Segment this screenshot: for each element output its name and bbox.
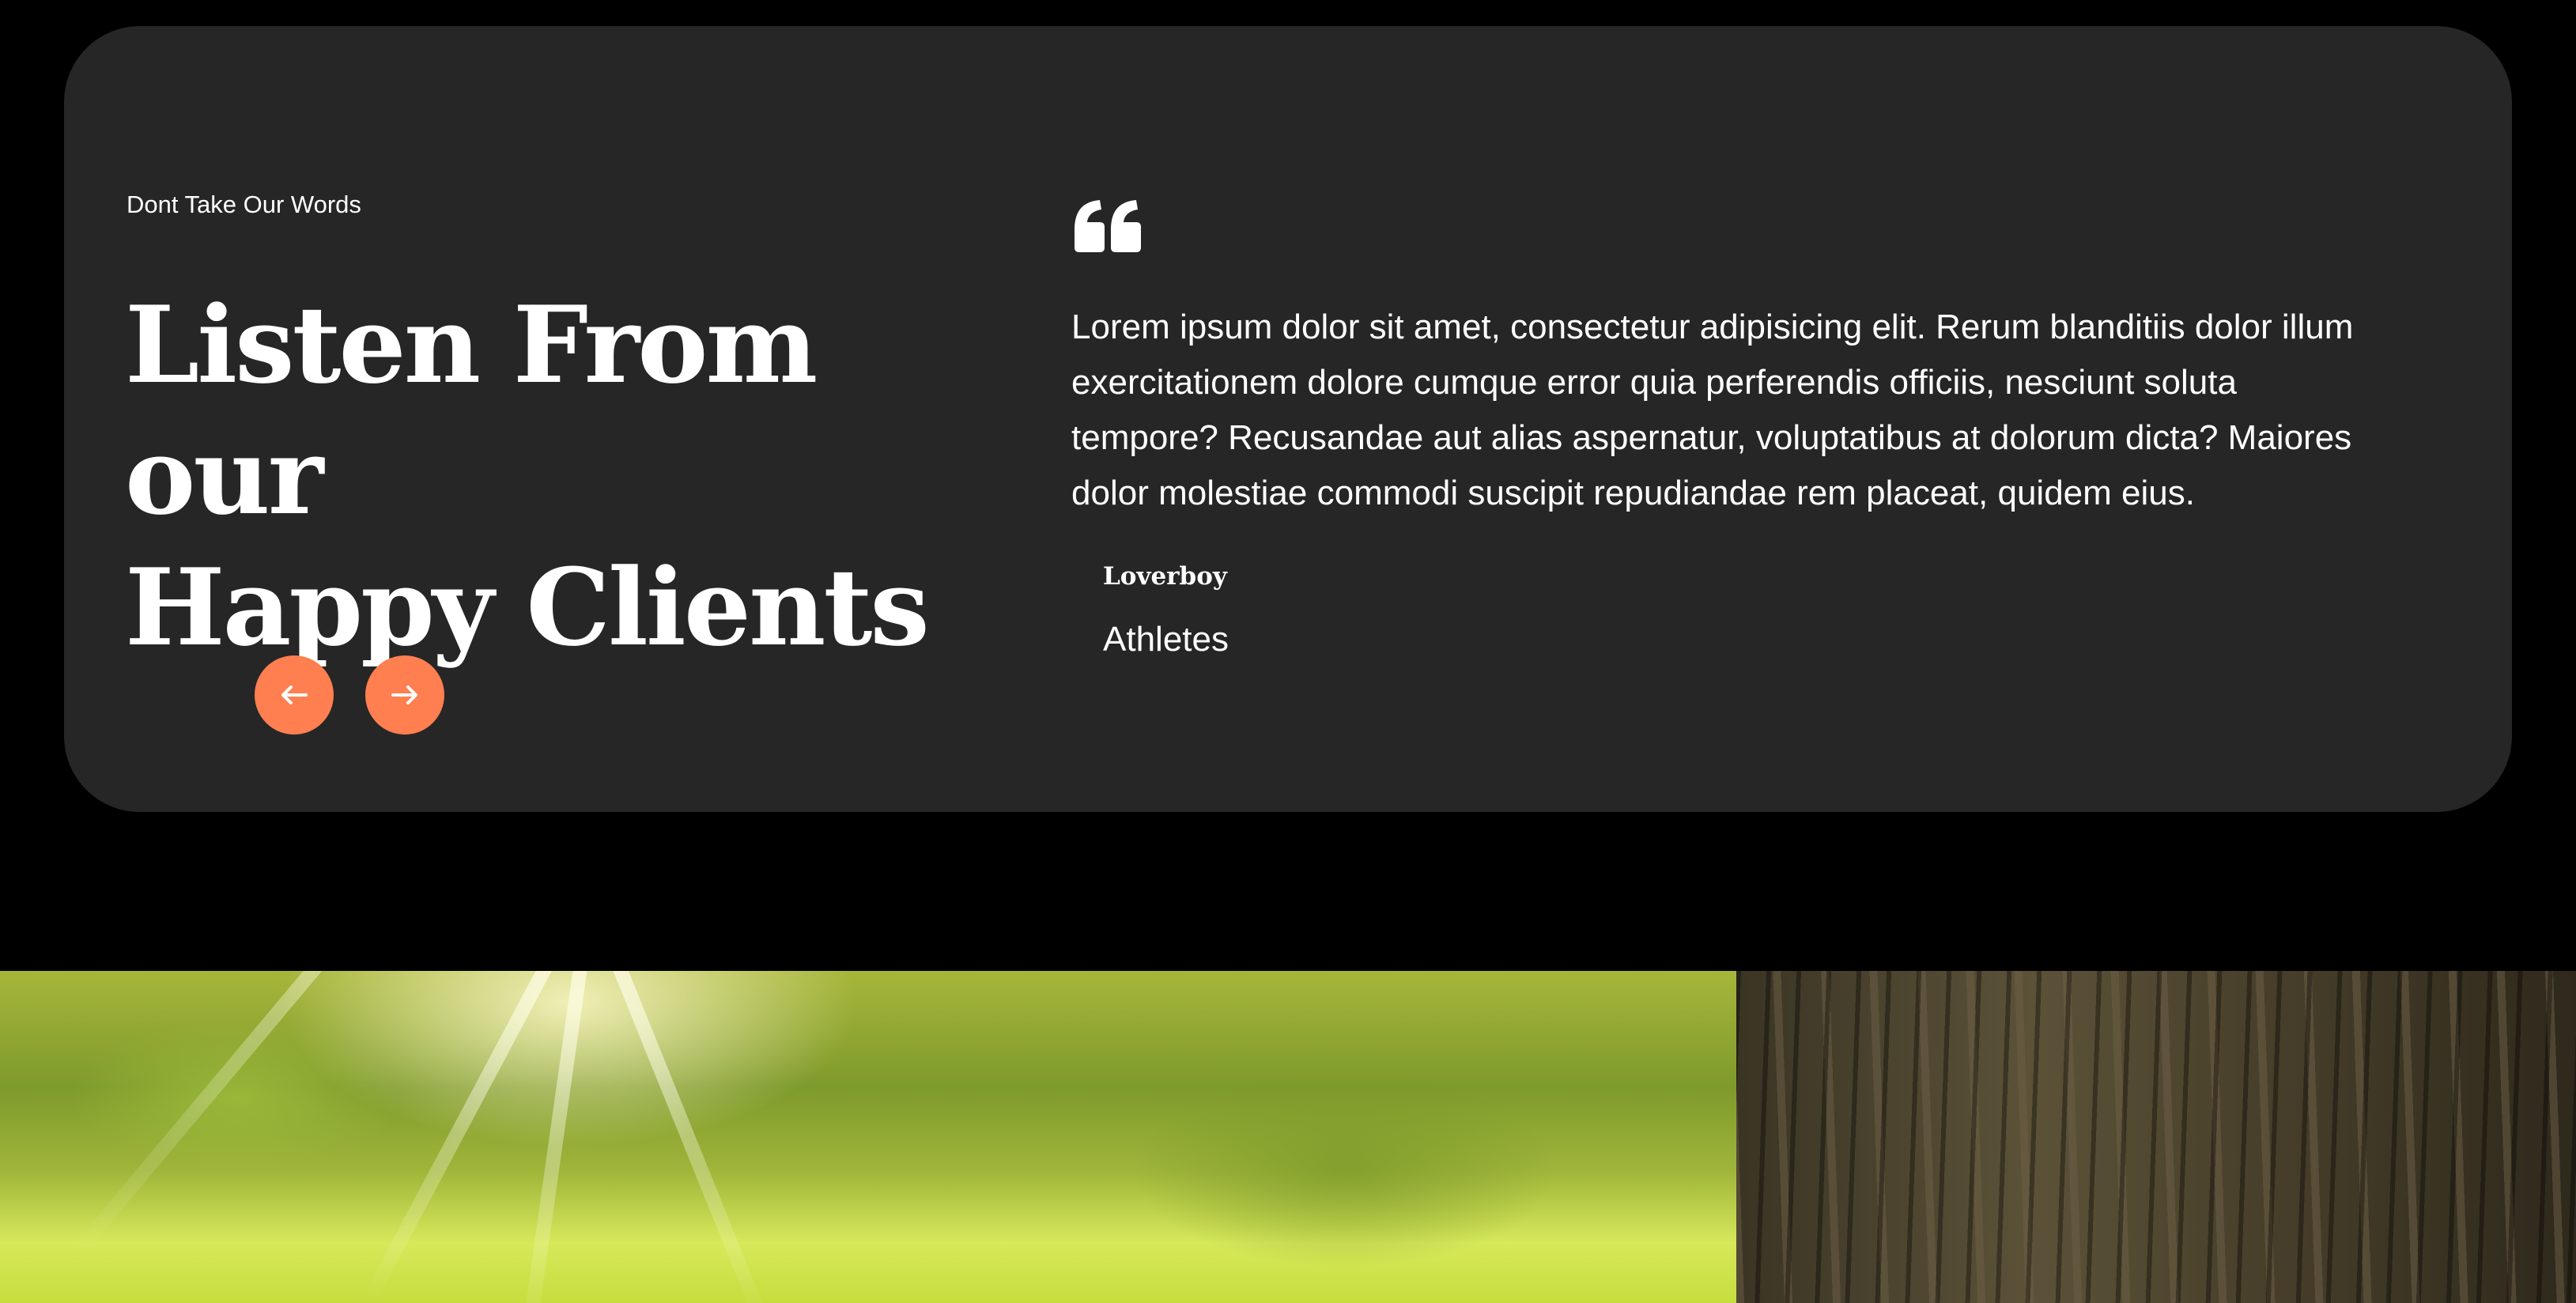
forest-hero-image xyxy=(0,971,2576,1303)
testimonial-quote: Lorem ipsum dolor sit amet, consectetur … xyxy=(1071,308,2354,512)
tree-trunk xyxy=(1736,971,2576,1303)
heading-line-2: Happy Clients xyxy=(125,545,930,670)
arrow-right-icon xyxy=(391,685,417,704)
next-testimonial-button[interactable] xyxy=(365,655,444,735)
testimonial-card: Dont Take Our Words Listen From our Happ… xyxy=(64,26,2512,812)
arrow-left-icon xyxy=(281,685,308,704)
section-eyebrow: Dont Take Our Words xyxy=(127,191,361,218)
sun-ray xyxy=(601,971,769,1303)
sun-ray xyxy=(69,971,345,1260)
testimonial-author-name: Loverboy xyxy=(1103,562,1227,591)
testimonial-author-role: Athletes xyxy=(1103,620,1229,659)
sun-ray xyxy=(519,971,591,1303)
section-heading: Listen From our Happy Clients xyxy=(125,279,995,673)
heading-line-1: Listen From our xyxy=(125,282,818,538)
previous-testimonial-button[interactable] xyxy=(255,655,334,735)
quote-icon xyxy=(1075,200,1141,252)
